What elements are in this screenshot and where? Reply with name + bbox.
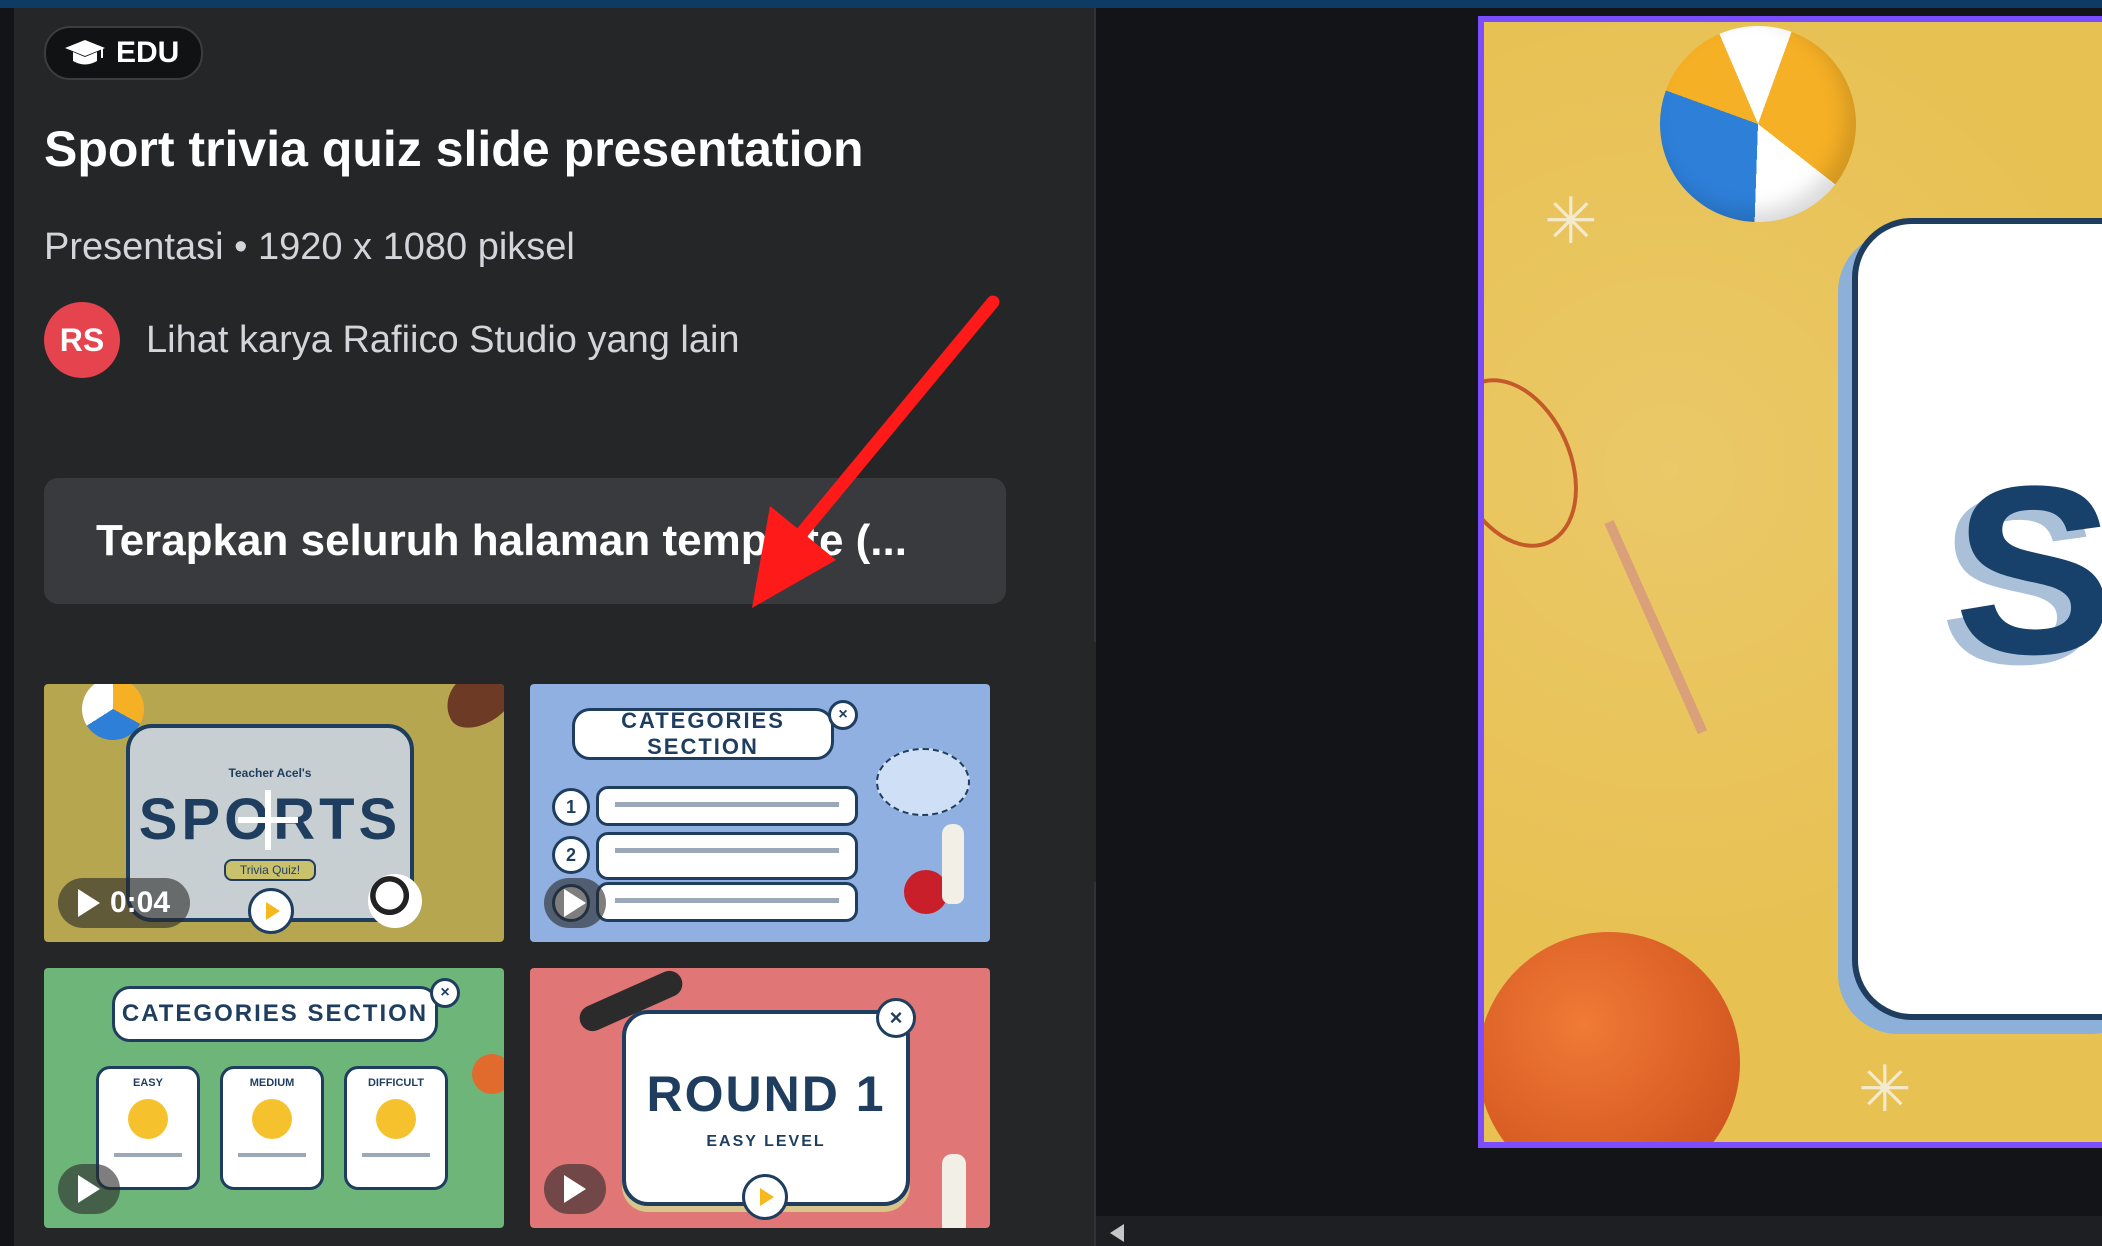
- apply-all-pages-button[interactable]: Terapkan seluruh halaman template (...: [44, 478, 1006, 604]
- video-play-pill[interactable]: [544, 1164, 606, 1214]
- bowling-pin-decoration: [942, 1154, 966, 1228]
- slide-canvas[interactable]: ✳ ✳ S: [1478, 16, 2102, 1148]
- round-title: ROUND 1: [646, 1066, 886, 1122]
- template-page-thumbnail-2[interactable]: CATEGORIES SECTION × 1 2 3: [530, 684, 990, 942]
- slide-play-button: [248, 888, 294, 934]
- category-card: MEDIUM: [220, 1066, 324, 1190]
- edu-badge: EDU: [44, 26, 204, 80]
- thumb-small-text: Teacher Acel's: [228, 765, 312, 780]
- slide-play-button: [742, 1174, 788, 1220]
- slide-title-card: S: [1852, 218, 2102, 1020]
- round-level: EASY LEVEL: [706, 1133, 826, 1150]
- horizontal-scrollbar[interactable]: [1096, 1216, 2102, 1246]
- thumb-heading: CATEGORIES SECTION: [572, 708, 834, 760]
- speech-bubble-decoration: [876, 748, 970, 816]
- emoji-icon: [376, 1099, 416, 1139]
- app-window: EDU Sport trivia quiz slide presentation…: [0, 8, 2102, 1246]
- sparkle-icon: ✳: [1858, 1053, 1912, 1125]
- basketball-decoration: [472, 1054, 504, 1094]
- template-details-panel: EDU Sport trivia quiz slide presentation…: [14, 8, 1096, 1246]
- category-label: DIFFICULT: [367, 1077, 424, 1089]
- question-row: [596, 882, 858, 922]
- thumb-close-icon: ×: [876, 998, 916, 1038]
- question-number: 1: [552, 788, 590, 826]
- video-play-pill[interactable]: [58, 1164, 120, 1214]
- scroll-left-icon[interactable]: [1110, 1224, 1124, 1242]
- category-label: EASY: [133, 1077, 163, 1089]
- template-meta: Presentasi • 1920 x 1080 piksel: [44, 226, 575, 268]
- thumb-close-icon: ×: [828, 700, 858, 730]
- graduation-cap-icon: [65, 40, 105, 65]
- template-title: Sport trivia quiz slide presentation: [44, 121, 864, 177]
- question-row: [596, 786, 858, 826]
- emoji-icon: [252, 1099, 292, 1139]
- video-play-pill[interactable]: [544, 878, 606, 928]
- play-icon: [78, 889, 100, 917]
- football-decoration: [435, 684, 504, 739]
- thumb-close-icon: ×: [430, 978, 460, 1008]
- sparkle-icon: ✳: [1544, 185, 1598, 257]
- emoji-icon: [128, 1099, 168, 1139]
- author-link[interactable]: Lihat karya Rafiico Studio yang lain: [146, 319, 740, 362]
- play-icon: [564, 889, 586, 917]
- avatar[interactable]: RS: [44, 302, 120, 378]
- play-icon: [78, 1175, 100, 1203]
- volleyball-decoration: [1660, 26, 1856, 222]
- soccer-ball-decoration: [368, 874, 422, 928]
- badge-label: EDU: [116, 36, 180, 69]
- category-card: DIFFICULT: [344, 1066, 448, 1190]
- thumb-heading: CATEGORIES SECTION: [112, 986, 438, 1042]
- template-page-thumbnail-1[interactable]: Teacher Acel's SPORTS Trivia Quiz! 0:04: [44, 684, 504, 942]
- slide-title-letter: S: [1954, 436, 2102, 704]
- video-duration: 0:04: [110, 886, 171, 919]
- author-row[interactable]: RS Lihat karya Rafiico Studio yang lain: [44, 302, 740, 378]
- thumb-pill-text: Trivia Quiz!: [223, 858, 317, 881]
- category-label: MEDIUM: [249, 1077, 295, 1089]
- template-page-thumbnail-4[interactable]: ROUND 1 EASY LEVEL ×: [530, 968, 990, 1228]
- play-icon: [564, 1175, 586, 1203]
- question-row: [596, 832, 858, 880]
- video-duration-pill[interactable]: 0:04: [58, 878, 191, 928]
- add-page-icon[interactable]: [238, 790, 298, 850]
- bowling-pin-decoration: [942, 824, 964, 904]
- question-number: 2: [552, 836, 590, 874]
- template-page-thumbnail-3[interactable]: CATEGORIES SECTION × EASY MEDIUM DIFFICU…: [44, 968, 504, 1228]
